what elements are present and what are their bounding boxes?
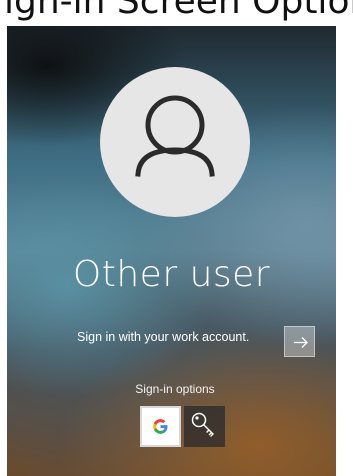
user-icon xyxy=(135,95,215,177)
arrow-right-icon xyxy=(294,337,308,348)
page: ign-in Screen Options Other user Sign in… xyxy=(0,0,353,476)
caption-text: ign-in Screen Options xyxy=(4,0,353,22)
google-logo-icon xyxy=(153,419,168,434)
avatar xyxy=(100,67,250,217)
key-icon xyxy=(191,412,214,437)
submit-button[interactable] xyxy=(284,326,315,357)
sign-in-option-google[interactable] xyxy=(140,406,181,447)
sign-in-option-security-key[interactable] xyxy=(184,406,225,447)
username-label: Other user xyxy=(72,254,271,295)
login-screen: Other user Sign in with your work accoun… xyxy=(7,26,336,476)
sign-in-options-label: Sign-in options xyxy=(135,382,215,396)
caption-strip: ign-in Screen Options xyxy=(0,0,353,26)
sign-in-prompt: Sign in with your work account. xyxy=(77,330,250,344)
